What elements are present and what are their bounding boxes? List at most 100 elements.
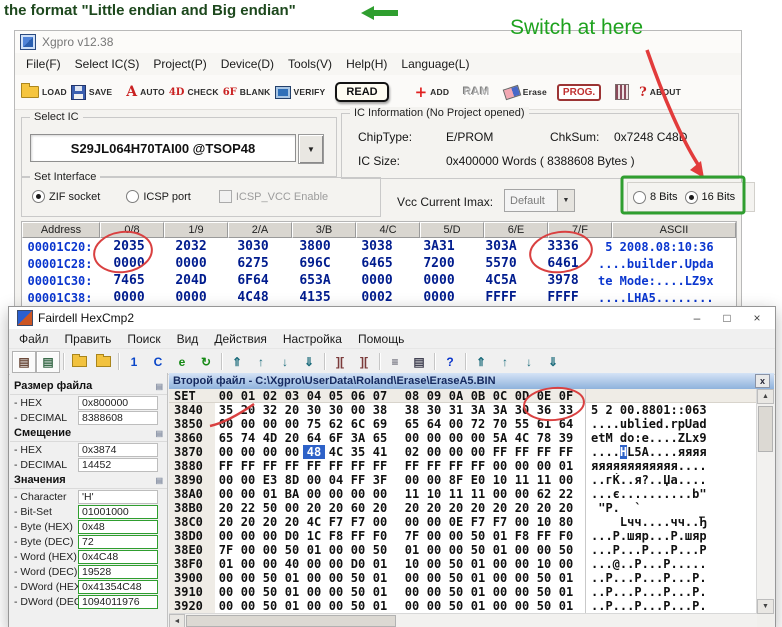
grid-byte[interactable]: 01 [303, 543, 325, 557]
grid-byte[interactable]: 00 [423, 529, 445, 543]
vertical-scrollbar[interactable]: ▲ ▼ [756, 389, 774, 614]
grid-byte[interactable]: D0 [281, 529, 303, 543]
grid-byte[interactable]: 00 [489, 487, 511, 501]
grid-byte[interactable]: E3 [259, 473, 281, 487]
grid-byte[interactable]: 20 [555, 501, 577, 515]
erase-button[interactable]: Erase [504, 87, 547, 98]
grid-byte[interactable]: 00 [237, 599, 259, 613]
grid-byte[interactable]: F8 [325, 529, 347, 543]
grid-byte[interactable]: 50 [445, 599, 467, 613]
grid-byte[interactable]: 00 [445, 417, 467, 431]
grid-byte[interactable]: 01 [467, 585, 489, 599]
grid-byte[interactable]: FF [325, 459, 347, 473]
hexcmp-menu-файл[interactable]: Файл [11, 331, 57, 347]
grid-byte[interactable]: 35 [215, 403, 237, 417]
xgpro-menu-deviced[interactable]: Device(D) [214, 55, 281, 73]
compare-files-button[interactable]: ▤ [12, 351, 36, 373]
grid-byte[interactable]: 00 [303, 473, 325, 487]
list-view-button[interactable]: ≡ [383, 351, 407, 373]
grid-byte[interactable]: FF [281, 459, 303, 473]
icsp-vcc-checkbox[interactable]: ICSP_VCC Enable [219, 190, 328, 203]
grid-byte[interactable]: 00 [423, 585, 445, 599]
grid-byte[interactable]: 00 [511, 543, 533, 557]
grid-byte[interactable]: 31 [445, 403, 467, 417]
grid-byte[interactable]: FF [489, 445, 511, 459]
grid-byte[interactable]: 3A [467, 403, 489, 417]
grid-byte[interactable]: FF [533, 529, 555, 543]
grid-byte[interactable]: F8 [511, 529, 533, 543]
grid-byte[interactable]: 64 [555, 417, 577, 431]
grid-byte[interactable]: 00 [423, 445, 445, 459]
grid-byte[interactable]: 50 [445, 557, 467, 571]
add-button[interactable]: +ADD [415, 86, 450, 99]
grid-byte[interactable]: FF [347, 529, 369, 543]
grid-byte[interactable]: 8F [445, 473, 467, 487]
grid-byte[interactable]: 00 [347, 543, 369, 557]
buffer-word[interactable]: 4C5A [470, 272, 532, 289]
grid-byte[interactable]: 00 [489, 585, 511, 599]
grid-byte[interactable]: 00 [237, 529, 259, 543]
grid-byte[interactable]: 00 [489, 557, 511, 571]
grid-byte[interactable]: 3A [347, 431, 369, 445]
ram-button[interactable]: RAM [463, 86, 490, 98]
buffer-word[interactable]: 0002 [346, 289, 408, 306]
grid-byte[interactable]: 40 [281, 557, 303, 571]
verify-button[interactable]: VERIFY [275, 86, 326, 99]
buffer-word[interactable]: 3030 [222, 238, 284, 255]
grid-byte[interactable]: 8D [281, 473, 303, 487]
buffer-word[interactable]: 0000 [160, 255, 222, 272]
grid-byte[interactable]: 00 [259, 557, 281, 571]
grid-byte[interactable]: 00 [423, 599, 445, 613]
help-button[interactable]: ? [438, 351, 462, 373]
grid-byte[interactable]: 10 [533, 557, 555, 571]
grid-byte[interactable]: 10 [401, 557, 423, 571]
grid-byte[interactable]: 04 [325, 473, 347, 487]
scroll-down-icon[interactable]: ▼ [757, 599, 774, 614]
grid-byte[interactable]: 7F [215, 543, 237, 557]
grid-byte[interactable]: 50 [467, 529, 489, 543]
grid-byte[interactable]: F7 [347, 515, 369, 529]
grid-byte[interactable]: 00 [215, 585, 237, 599]
grid-byte[interactable]: 80 [555, 515, 577, 529]
grid-byte[interactable]: 3F [369, 473, 391, 487]
grid-byte[interactable]: 01 [369, 599, 391, 613]
grid-byte[interactable]: 20 [215, 501, 237, 515]
icsp-port-radio[interactable]: ICSP port [126, 190, 191, 203]
open-files-button[interactable]: ▤ [36, 351, 60, 373]
buffer-word[interactable]: 303A [470, 238, 532, 255]
blank-button[interactable]: 6FBLANK [223, 86, 271, 99]
grid-byte[interactable]: 01 [401, 543, 423, 557]
grid-byte[interactable]: FF [423, 459, 445, 473]
xgpro-menu-projectp[interactable]: Project(P) [146, 55, 213, 73]
grid-byte[interactable]: 75 [303, 417, 325, 431]
grid-byte[interactable]: E0 [467, 473, 489, 487]
grid-byte[interactable]: FF [215, 459, 237, 473]
grid-byte[interactable]: 00 [259, 543, 281, 557]
grid-byte[interactable]: 11 [445, 487, 467, 501]
grid-byte[interactable]: 01 [281, 585, 303, 599]
grid-byte[interactable]: F7 [467, 515, 489, 529]
grid-byte[interactable]: 11 [511, 473, 533, 487]
grid-byte[interactable]: 00 [511, 487, 533, 501]
grid-byte[interactable]: 65 [401, 417, 423, 431]
grid-byte[interactable]: 78 [533, 431, 555, 445]
buffer-word[interactable]: 0000 [408, 289, 470, 306]
grid-byte[interactable]: 01 [259, 487, 281, 501]
buffer-word[interactable]: 0000 [98, 289, 160, 306]
grid-byte[interactable]: FF [555, 445, 577, 459]
grid-byte[interactable]: 00 [237, 585, 259, 599]
minimize-button[interactable]: – [682, 308, 712, 328]
grid-byte[interactable]: 01 [281, 571, 303, 585]
grid-byte[interactable]: 00 [401, 599, 423, 613]
grid-byte[interactable]: 20 [215, 515, 237, 529]
buffer-word[interactable]: 3336 [532, 238, 594, 255]
grid-byte[interactable]: 50 [259, 599, 281, 613]
first-difference-button[interactable]: ⇑ [225, 351, 249, 373]
grid-byte[interactable]: 01 [555, 585, 577, 599]
grid-byte[interactable]: 00 [303, 557, 325, 571]
buffer-word[interactable]: 0000 [408, 272, 470, 289]
grid-byte[interactable]: 00 [369, 515, 391, 529]
grid-byte[interactable]: F7 [325, 515, 347, 529]
buffer-word[interactable]: FFFF [470, 289, 532, 306]
grid-byte[interactable]: 00 [281, 445, 303, 459]
